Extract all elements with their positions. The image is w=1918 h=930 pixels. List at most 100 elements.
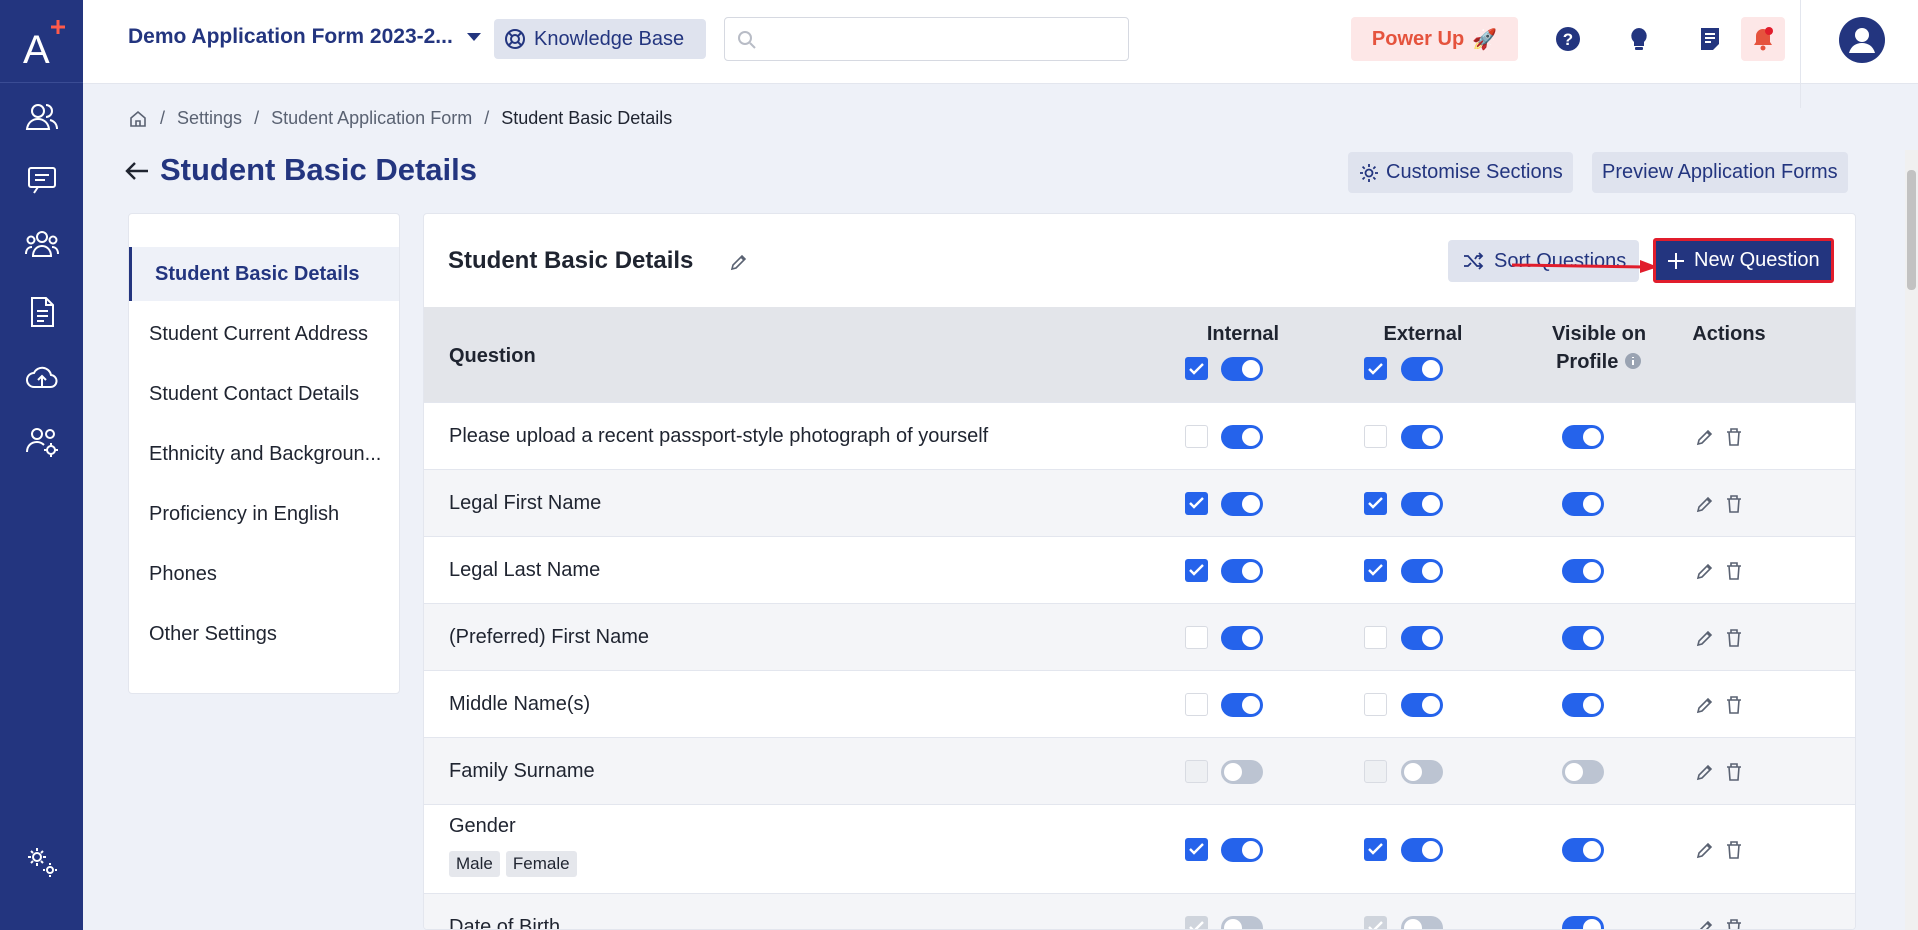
external-required-checkbox[interactable]	[1364, 915, 1387, 929]
external-required-checkbox[interactable]	[1364, 759, 1387, 783]
delete-trash-icon[interactable]	[1725, 695, 1743, 715]
internal-required-checkbox[interactable]	[1185, 424, 1208, 448]
internal-toggle[interactable]	[1221, 558, 1263, 583]
external-toggle[interactable]	[1401, 491, 1443, 516]
external-toggle[interactable]	[1401, 692, 1443, 717]
visible-on-profile-toggle[interactable]	[1562, 424, 1604, 449]
delete-trash-icon[interactable]	[1725, 561, 1743, 581]
external-required-checkbox[interactable]	[1364, 692, 1387, 716]
back-arrow-icon[interactable]	[124, 159, 150, 183]
power-up-button[interactable]: Power Up 🚀	[1351, 17, 1518, 61]
delete-trash-icon[interactable]	[1725, 494, 1743, 514]
edit-pencil-icon[interactable]	[1695, 427, 1715, 447]
internal-toggle[interactable]	[1221, 625, 1263, 650]
visible-on-profile-toggle[interactable]	[1562, 759, 1604, 784]
delete-trash-icon[interactable]	[1725, 762, 1743, 782]
edit-pencil-icon[interactable]	[1695, 628, 1715, 648]
form-selector[interactable]: Demo Application Form 2023-2...	[128, 25, 453, 49]
group-icon[interactable]	[22, 224, 62, 264]
col-question: Question	[449, 345, 536, 367]
rocket-icon: 🚀	[1472, 28, 1498, 51]
external-all-toggle[interactable]	[1401, 357, 1443, 381]
external-required-checkbox[interactable]	[1364, 491, 1387, 515]
internal-required-checkbox[interactable]	[1185, 692, 1208, 716]
internal-toggle[interactable]	[1221, 491, 1263, 516]
nav-item-other-settings[interactable]: Other Settings	[129, 607, 399, 661]
customise-sections-button[interactable]: Customise Sections	[1348, 152, 1573, 193]
edit-pencil-icon[interactable]	[1695, 494, 1715, 514]
document-icon[interactable]	[22, 292, 62, 332]
nav-item-phones[interactable]: Phones	[129, 547, 399, 601]
user-avatar-icon[interactable]	[1839, 17, 1885, 63]
edit-title-pencil-icon[interactable]	[729, 252, 749, 272]
home-icon[interactable]	[128, 109, 148, 129]
delete-trash-icon[interactable]	[1725, 427, 1743, 447]
scrollbar-thumb[interactable]	[1907, 170, 1916, 290]
internal-required-checkbox[interactable]	[1185, 625, 1208, 649]
page-scrollbar[interactable]	[1905, 150, 1918, 930]
internal-toggle[interactable]	[1221, 692, 1263, 717]
new-question-button[interactable]: New Question	[1653, 238, 1834, 283]
nav-item-ethnicity[interactable]: Ethnicity and Backgroun...	[129, 427, 399, 481]
visible-on-profile-toggle[interactable]	[1562, 915, 1604, 929]
external-select-all-checkbox[interactable]	[1364, 357, 1387, 380]
internal-required-checkbox[interactable]	[1185, 558, 1208, 582]
user-settings-icon[interactable]	[22, 422, 62, 462]
edit-pencil-icon[interactable]	[1695, 561, 1715, 581]
lightbulb-icon[interactable]	[1622, 22, 1656, 56]
external-toggle[interactable]	[1401, 759, 1443, 784]
internal-toggle[interactable]	[1221, 759, 1263, 784]
visible-on-profile-toggle[interactable]	[1562, 625, 1604, 650]
edit-pencil-icon[interactable]	[1695, 695, 1715, 715]
external-toggle[interactable]	[1401, 915, 1443, 929]
students-icon[interactable]	[22, 97, 62, 137]
internal-toggle[interactable]	[1221, 915, 1263, 929]
settings-gears-icon[interactable]	[22, 842, 62, 882]
cloud-upload-icon[interactable]	[22, 357, 62, 397]
visible-on-profile-toggle[interactable]	[1562, 491, 1604, 516]
internal-required-checkbox[interactable]	[1185, 915, 1208, 929]
delete-trash-icon[interactable]	[1725, 840, 1743, 860]
nav-item-proficiency-english[interactable]: Proficiency in English	[129, 487, 399, 541]
plus-icon	[1668, 252, 1684, 269]
search-input[interactable]	[724, 17, 1129, 61]
internal-toggle[interactable]	[1221, 424, 1263, 449]
breadcrumb-application-form[interactable]: Student Application Form	[271, 108, 472, 129]
internal-select-all-checkbox[interactable]	[1185, 357, 1208, 380]
external-toggle[interactable]	[1401, 625, 1443, 650]
external-required-checkbox[interactable]	[1364, 837, 1387, 861]
edit-pencil-icon[interactable]	[1695, 840, 1715, 860]
internal-required-checkbox[interactable]	[1185, 759, 1208, 783]
delete-trash-icon[interactable]	[1725, 628, 1743, 648]
edit-pencil-icon[interactable]	[1695, 762, 1715, 782]
internal-all-toggle[interactable]	[1221, 357, 1263, 381]
notifications-bell-icon[interactable]	[1741, 17, 1785, 61]
nav-item-student-current-address[interactable]: Student Current Address	[129, 307, 399, 361]
internal-required-checkbox[interactable]	[1185, 837, 1208, 861]
delete-trash-icon[interactable]	[1725, 918, 1743, 930]
messages-icon[interactable]	[22, 160, 62, 200]
external-required-checkbox[interactable]	[1364, 625, 1387, 649]
app-logo[interactable]: A	[0, 0, 83, 83]
visible-on-profile-toggle[interactable]	[1562, 558, 1604, 583]
gear-icon	[1360, 163, 1378, 182]
breadcrumb-settings[interactable]: Settings	[177, 108, 242, 129]
internal-toggle[interactable]	[1221, 837, 1263, 862]
external-required-checkbox[interactable]	[1364, 424, 1387, 448]
notes-icon[interactable]	[1693, 22, 1727, 56]
visible-on-profile-toggle[interactable]	[1562, 692, 1604, 717]
help-icon[interactable]: ?	[1551, 22, 1585, 56]
external-toggle[interactable]	[1401, 424, 1443, 449]
edit-pencil-icon[interactable]	[1695, 918, 1715, 930]
external-toggle[interactable]	[1401, 837, 1443, 862]
external-required-checkbox[interactable]	[1364, 558, 1387, 582]
visible-on-profile-toggle[interactable]	[1562, 837, 1604, 862]
info-icon[interactable]	[1624, 352, 1642, 370]
knowledge-base-button[interactable]: Knowledge Base	[494, 19, 706, 59]
external-toggle[interactable]	[1401, 558, 1443, 583]
nav-item-student-contact-details[interactable]: Student Contact Details	[129, 367, 399, 421]
chevron-down-icon[interactable]	[467, 33, 481, 41]
nav-item-student-basic-details[interactable]: Student Basic Details	[129, 247, 399, 301]
preview-forms-button[interactable]: Preview Application Forms	[1592, 152, 1848, 193]
internal-required-checkbox[interactable]	[1185, 491, 1208, 515]
